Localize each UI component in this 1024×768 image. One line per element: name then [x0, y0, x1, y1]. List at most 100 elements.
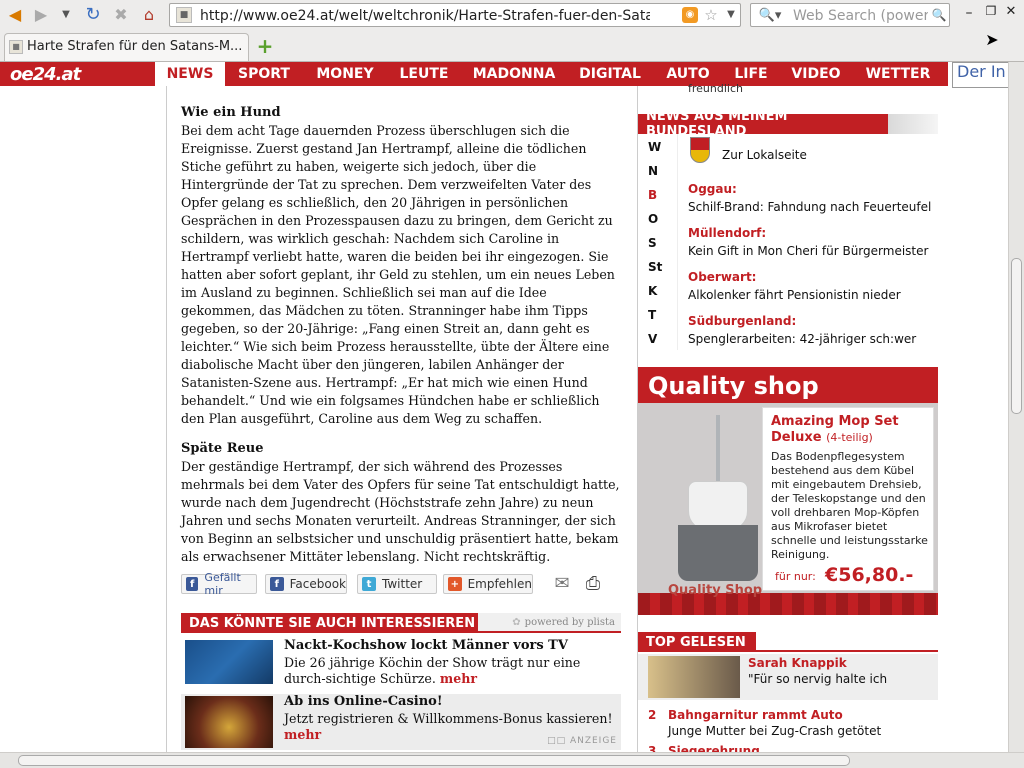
list-item[interactable]: Südburgenland: Spenglerarbeiten: 42-jähr…: [688, 314, 938, 348]
search-input[interactable]: Web Search (powered: [793, 8, 928, 24]
list-item[interactable]: Nackt-Kochshow lockt Männer vors TV Die …: [181, 638, 621, 686]
related-heading: DAS KÖNNTE SIE AUCH INTERESSIEREN: [181, 613, 478, 633]
shop-banner[interactable]: Quality shop: [638, 367, 938, 403]
side-link[interactable]: Der In: [952, 62, 1008, 88]
history-dropdown-icon[interactable]: ▼: [58, 7, 74, 23]
more-link[interactable]: mehr: [284, 727, 321, 742]
like-button[interactable]: f Gefällt mir: [181, 571, 257, 597]
top-desc[interactable]: "Für so nervig halte ich: [748, 672, 887, 686]
mop-bucket: [678, 525, 758, 581]
tab-title[interactable]: Harte Strafen für den Satans-M...: [27, 39, 247, 54]
nav-digital[interactable]: DIGITAL: [572, 62, 648, 86]
horizontal-scrollbar[interactable]: [0, 752, 1024, 768]
new-tab-button[interactable]: +: [254, 36, 276, 56]
close-window-icon[interactable]: ✕: [1004, 4, 1018, 18]
list-item[interactable]: Oggau: Schilf-Brand: Fahndung nach Feuer…: [688, 182, 938, 214]
news-place[interactable]: Südburgenland:: [688, 314, 938, 328]
list-item[interactable]: Oberwart: Alkolenker fährt Pensionistin …: [688, 270, 938, 302]
nav-video[interactable]: VIDEO: [784, 62, 848, 86]
thumbnail[interactable]: [185, 640, 273, 684]
minimize-icon[interactable]: –: [962, 6, 976, 20]
scroll-thumb[interactable]: [1011, 258, 1022, 414]
product-card[interactable]: Amazing Mop Set Deluxe (4-teilig) Das Bo…: [762, 407, 934, 591]
column-divider: [166, 86, 167, 752]
twitter-share-button[interactable]: t Twitter: [357, 574, 437, 594]
more-link[interactable]: mehr: [440, 671, 477, 686]
top-title[interactable]: Siegerehrung: [668, 744, 760, 752]
news-place[interactable]: Müllendorf:: [688, 226, 938, 240]
nav-money[interactable]: MONEY: [305, 62, 385, 86]
url-text[interactable]: http://www.oe24.at/welt/weltchronik/Hart…: [200, 8, 650, 24]
news-text[interactable]: Spenglerarbeiten: 42-jähriger sch:wer: [688, 332, 938, 346]
print-icon[interactable]: ⎙: [582, 574, 604, 594]
related-desc: Die 26 jährige Köchin der Show trägt nur…: [284, 655, 620, 687]
product-sub[interactable]: (4-teilig): [826, 431, 873, 444]
search-box[interactable]: 🔍▾ Web Search (powered 🔍: [750, 3, 950, 27]
browser-tab[interactable]: ■ Harte Strafen für den Satans-M...: [4, 33, 249, 61]
rss-icon[interactable]: ◉: [682, 7, 698, 23]
stop-icon[interactable]: ✖: [110, 4, 132, 26]
site-logo[interactable]: oe24.at: [10, 62, 81, 86]
nav-leute[interactable]: LEUTE: [390, 62, 458, 86]
price-label: für nur:: [775, 570, 816, 583]
logo-text[interactable]: oe24.at: [10, 64, 81, 85]
home-icon[interactable]: ⌂: [138, 4, 160, 26]
state-letter-s[interactable]: S: [648, 236, 657, 250]
related-title[interactable]: Ab ins Online-Casino!: [284, 694, 443, 709]
shop-watermark: Quality Shop: [668, 583, 763, 598]
list-item[interactable]: Müllendorf: Kein Gift in Mon Cheri für B…: [688, 226, 938, 258]
twitter-label: Twitter: [382, 577, 423, 591]
state-letter-v[interactable]: V: [648, 332, 657, 346]
state-letter-k[interactable]: K: [648, 284, 657, 298]
list-item[interactable]: 2 Bahngarnitur rammt Auto Junge Mutter b…: [638, 706, 938, 742]
forward-button[interactable]: ▶: [30, 5, 52, 25]
state-letter-n[interactable]: N: [648, 164, 658, 178]
top-title[interactable]: Bahngarnitur rammt Auto: [668, 708, 843, 722]
news-text[interactable]: Alkolenker fährt Pensionistin nieder: [688, 288, 938, 302]
state-letter-w[interactable]: W: [648, 140, 661, 154]
state-letter-t[interactable]: T: [648, 308, 656, 322]
recommend-button[interactable]: + Empfehlen: [443, 574, 533, 594]
reload-icon[interactable]: ↻: [82, 4, 104, 26]
bookmark-star-icon[interactable]: ☆: [702, 6, 720, 24]
search-go-icon[interactable]: 🔍: [931, 7, 947, 23]
nav-news[interactable]: NEWS: [155, 62, 225, 86]
vertical-scrollbar[interactable]: [1008, 62, 1024, 752]
back-button[interactable]: ◀: [4, 5, 26, 25]
state-letter-o[interactable]: O: [648, 212, 658, 226]
nav-madonna[interactable]: MADONNA: [464, 62, 564, 86]
shop-ad[interactable]: Quality shop Quality Shop Amazing Mop Se…: [638, 367, 938, 615]
state-letter-b[interactable]: B: [648, 188, 657, 202]
list-item[interactable]: 1 Sarah Knappik "Für so nervig halte ich: [638, 654, 938, 700]
url-bar[interactable]: ■ http://www.oe24.at/welt/weltchronik/Ha…: [169, 3, 741, 27]
news-place[interactable]: Oberwart:: [688, 270, 938, 284]
url-dropdown-icon[interactable]: ▼: [724, 8, 738, 22]
article-paragraph: Bei dem acht Tage dauernden Prozess über…: [181, 123, 615, 426]
scroll-thumb[interactable]: [18, 755, 850, 766]
like-label: Gefällt mir: [204, 571, 241, 597]
lokal-link[interactable]: Zur Lokalseite: [722, 148, 807, 162]
site-identity-icon[interactable]: ■: [176, 7, 192, 23]
news-text[interactable]: Kein Gift in Mon Cheri für Bürgermeister: [688, 244, 938, 258]
powered-by-plista[interactable]: ✿ powered by plista: [478, 613, 621, 633]
news-text[interactable]: Schilf-Brand: Fahndung nach Feuerteufel: [688, 200, 938, 214]
nav-sport[interactable]: SPORT: [230, 62, 298, 86]
email-icon[interactable]: ✉: [551, 574, 573, 594]
news-place[interactable]: Oggau:: [688, 182, 938, 196]
top-desc[interactable]: Junge Mutter bei Zug-Crash getötet: [668, 724, 881, 738]
list-item[interactable]: 3 Siegerehrung: [638, 744, 938, 752]
search-engine-icon[interactable]: 🔍▾: [755, 7, 785, 23]
nav-wetter[interactable]: WETTER: [856, 62, 940, 86]
restore-icon[interactable]: ❐: [984, 4, 998, 18]
powered-text: powered by plista: [524, 616, 615, 628]
thumbnail[interactable]: [185, 696, 273, 748]
price-value[interactable]: €56,80.-: [825, 564, 913, 586]
top-title[interactable]: Sarah Knappik: [748, 656, 847, 670]
product-title[interactable]: Amazing Mop Set Deluxe (4-teilig): [771, 414, 931, 446]
state-letter-st[interactable]: St: [648, 260, 662, 274]
related-title[interactable]: Nackt-Kochshow lockt Männer vors TV: [284, 638, 568, 653]
facebook-share-button[interactable]: f Facebook: [265, 574, 347, 594]
list-item[interactable]: Ab ins Online-Casino! Jetzt registrieren…: [181, 694, 621, 750]
thumbnail[interactable]: [648, 656, 740, 698]
twitter-icon: t: [362, 577, 376, 591]
